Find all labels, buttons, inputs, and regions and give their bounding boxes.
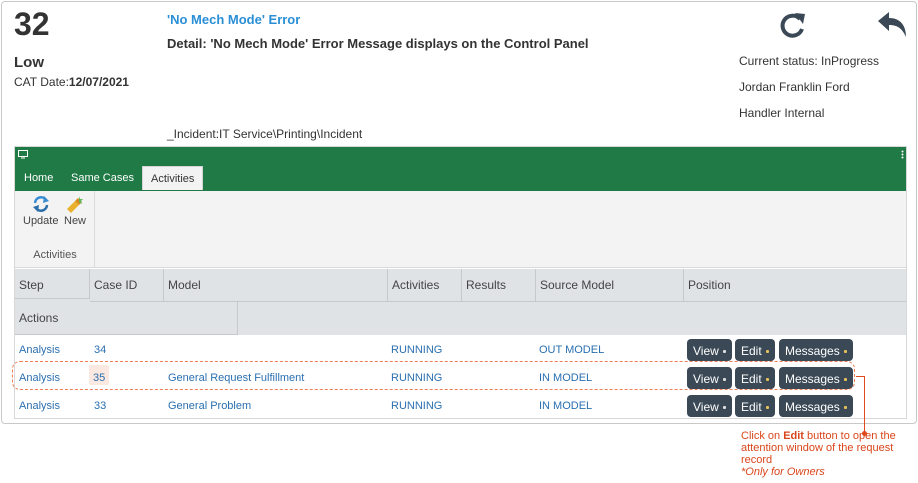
tab-same-cases[interactable]: Same Cases bbox=[63, 166, 142, 190]
col-position[interactable]: Position bbox=[684, 269, 906, 302]
owner-name: Jordan Franklin Ford bbox=[739, 80, 850, 94]
col-case-id[interactable]: Case ID bbox=[90, 269, 164, 302]
handler-name: Handler Internal bbox=[739, 106, 825, 120]
callout-connector bbox=[856, 376, 865, 433]
cat-date-value: 12/07/2021 bbox=[68, 75, 129, 89]
col-activities[interactable]: Activities bbox=[388, 269, 462, 302]
view-button[interactable]: View bbox=[687, 339, 732, 361]
monitor-icon[interactable] bbox=[18, 150, 28, 159]
green-toolbar: Home Same Cases Activities bbox=[15, 147, 906, 191]
cell-model[interactable]: General Problem bbox=[168, 392, 251, 412]
cell-source-model: OUT MODEL bbox=[539, 344, 605, 356]
messages-button[interactable]: Messages bbox=[779, 395, 853, 417]
update-button[interactable]: Update bbox=[23, 195, 58, 227]
col-actions[interactable]: Actions bbox=[15, 302, 238, 335]
tab-home[interactable]: Home bbox=[16, 166, 61, 190]
owners-note: *Only for Owners bbox=[741, 466, 825, 478]
new-label: New bbox=[64, 215, 87, 227]
cell-step[interactable]: Analysis bbox=[19, 392, 60, 412]
edit-button[interactable]: Edit bbox=[735, 339, 775, 361]
edit-callout: Click on Edit button to open the attenti… bbox=[741, 430, 896, 478]
update-icon bbox=[32, 196, 49, 212]
case-detail: Detail: 'No Mech Mode' Error Message dis… bbox=[167, 36, 589, 51]
back-icon[interactable] bbox=[876, 11, 908, 39]
edit-button[interactable]: Edit bbox=[735, 395, 775, 417]
new-button[interactable]: New bbox=[64, 195, 86, 227]
cat-date: CAT Date:12/07/2021 bbox=[14, 75, 129, 89]
ribbon-group-label: Activities bbox=[33, 249, 77, 261]
case-title[interactable]: 'No Mech Mode' Error bbox=[167, 12, 300, 27]
table-row: Analysis 33 General Problem RUNNING IN M… bbox=[15, 392, 906, 420]
cell-case-id[interactable]: 34 bbox=[94, 336, 106, 356]
col-step[interactable]: Step bbox=[15, 269, 90, 299]
cell-activities: RUNNING bbox=[391, 400, 443, 412]
update-label: Update bbox=[23, 215, 59, 227]
priority-label: Low bbox=[14, 54, 44, 71]
cat-date-label: CAT Date: bbox=[14, 75, 69, 89]
new-icon bbox=[67, 196, 83, 213]
category-path: _Incident:IT Service\Printing\Incident bbox=[167, 127, 363, 141]
table-row: Analysis 34 RUNNING OUT MODEL View Edit … bbox=[15, 336, 906, 364]
more-icon[interactable] bbox=[901, 150, 904, 159]
view-button[interactable]: View bbox=[687, 395, 732, 417]
cell-step[interactable]: Analysis bbox=[19, 336, 60, 356]
col-source-model[interactable]: Source Model bbox=[536, 269, 684, 302]
current-status: Current status: InProgress bbox=[739, 54, 880, 68]
col-results[interactable]: Results bbox=[462, 269, 536, 302]
case-number: 32 bbox=[14, 6, 50, 42]
cell-source-model: IN MODEL bbox=[539, 400, 593, 412]
highlight-row-box bbox=[12, 361, 855, 390]
ribbon: Update New Activities bbox=[15, 191, 906, 268]
col-model[interactable]: Model bbox=[164, 269, 388, 302]
ribbon-group-activities: Update New Activities bbox=[15, 191, 95, 268]
refresh-icon[interactable] bbox=[778, 10, 808, 40]
messages-button[interactable]: Messages bbox=[779, 339, 853, 361]
cell-activities: RUNNING bbox=[391, 344, 443, 356]
tab-activities[interactable]: Activities bbox=[142, 166, 204, 190]
grid-header: Step Case ID Model Activities Results So… bbox=[15, 269, 906, 335]
cell-case-id[interactable]: 33 bbox=[94, 392, 106, 412]
